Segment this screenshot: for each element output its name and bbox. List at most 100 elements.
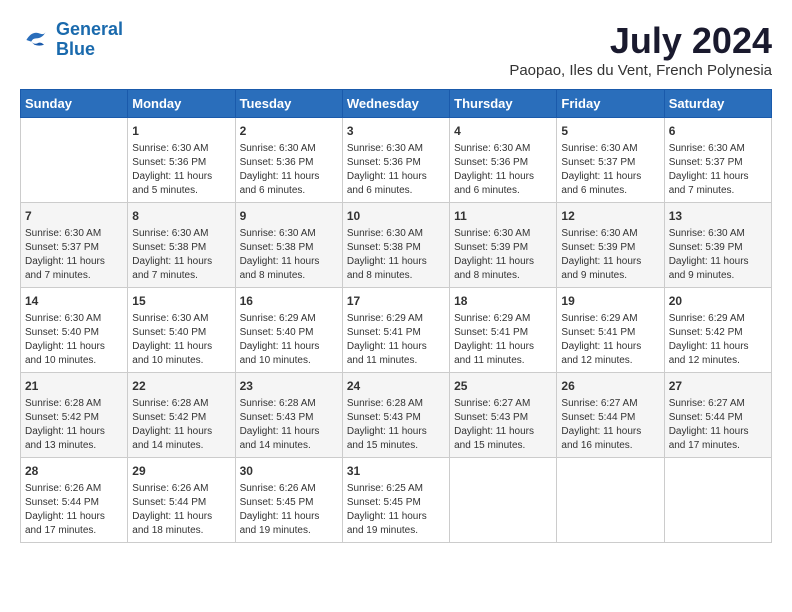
- day-number: 15: [132, 292, 230, 310]
- logo: General Blue: [20, 20, 123, 60]
- day-number: 3: [347, 122, 445, 140]
- calendar-cell: 20 Sunrise: 6:29 AM Sunset: 5:42 PM Dayli…: [664, 288, 771, 373]
- calendar-cell: 11 Sunrise: 6:30 AM Sunset: 5:39 PM Dayli…: [450, 203, 557, 288]
- calendar-cell: 30 Sunrise: 6:26 AM Sunset: 5:45 PM Dayli…: [235, 458, 342, 543]
- day-info: Sunrise: 6:30 AM Sunset: 5:39 PM Dayligh…: [561, 227, 659, 283]
- day-number: 4: [454, 122, 552, 140]
- day-info: Sunrise: 6:29 AM Sunset: 5:41 PM Dayligh…: [561, 312, 659, 368]
- calendar-cell: 16Sunrise: 6:29 AM Sunset: 5:40 PM Dayli…: [235, 288, 342, 373]
- day-number: 31: [347, 462, 445, 480]
- day-number: 21: [25, 377, 123, 395]
- day-number: 19: [561, 292, 659, 310]
- day-number: 6: [669, 122, 767, 140]
- day-info: Sunrise: 6:30 AM Sunset: 5:37 PM Dayligh…: [25, 227, 123, 283]
- day-info: Sunrise: 6:30 AM Sunset: 5:38 PM Dayligh…: [240, 227, 338, 283]
- day-info: Sunrise: 6:30 AM Sunset: 5:39 PM Dayligh…: [454, 227, 552, 283]
- day-info: Sunrise: 6:29 AM Sunset: 5:41 PM Dayligh…: [347, 312, 445, 368]
- day-info: Sunrise: 6:30 AM Sunset: 5:40 PM Dayligh…: [25, 312, 123, 368]
- calendar-cell: 8Sunrise: 6:30 AM Sunset: 5:38 PM Daylig…: [128, 203, 235, 288]
- day-info: Sunrise: 6:27 AM Sunset: 5:44 PM Dayligh…: [561, 397, 659, 453]
- day-info: Sunrise: 6:28 AM Sunset: 5:43 PM Dayligh…: [347, 397, 445, 453]
- day-info: Sunrise: 6:30 AM Sunset: 5:37 PM Dayligh…: [561, 142, 659, 198]
- day-number: 1: [132, 122, 230, 140]
- day-number: 12: [561, 207, 659, 225]
- day-number: 5: [561, 122, 659, 140]
- header-wednesday: Wednesday: [342, 90, 449, 118]
- day-number: 2: [240, 122, 338, 140]
- calendar-cell: 17Sunrise: 6:29 AM Sunset: 5:41 PM Dayli…: [342, 288, 449, 373]
- day-number: 20: [669, 292, 767, 310]
- day-info: Sunrise: 6:30 AM Sunset: 5:40 PM Dayligh…: [132, 312, 230, 368]
- calendar-cell: 9 Sunrise: 6:30 AM Sunset: 5:38 PM Daylig…: [235, 203, 342, 288]
- calendar-cell: 7Sunrise: 6:30 AM Sunset: 5:37 PM Daylig…: [21, 203, 128, 288]
- day-info: Sunrise: 6:29 AM Sunset: 5:42 PM Dayligh…: [669, 312, 767, 368]
- header-saturday: Saturday: [664, 90, 771, 118]
- day-number: 27: [669, 377, 767, 395]
- logo-text: General Blue: [56, 20, 123, 60]
- day-number: 30: [240, 462, 338, 480]
- calendar-cell: 1 Sunrise: 6:30 AM Sunset: 5:36 PM Daylig…: [128, 118, 235, 203]
- calendar-cell: 18 Sunrise: 6:29 AM Sunset: 5:41 PM Dayli…: [450, 288, 557, 373]
- day-info: Sunrise: 6:28 AM Sunset: 5:42 PM Dayligh…: [25, 397, 123, 453]
- calendar-cell: 27 Sunrise: 6:27 AM Sunset: 5:44 PM Dayli…: [664, 373, 771, 458]
- calendar-cell: [664, 458, 771, 543]
- calendar-cell: 28 Sunrise: 6:26 AM Sunset: 5:44 PM Dayli…: [21, 458, 128, 543]
- calendar-cell: 22 Sunrise: 6:28 AM Sunset: 5:42 PM Dayli…: [128, 373, 235, 458]
- calendar-cell: 24 Sunrise: 6:28 AM Sunset: 5:43 PM Dayli…: [342, 373, 449, 458]
- day-info: Sunrise: 6:28 AM Sunset: 5:42 PM Dayligh…: [132, 397, 230, 453]
- calendar-cell: 2 Sunrise: 6:30 AM Sunset: 5:36 PM Daylig…: [235, 118, 342, 203]
- header-tuesday: Tuesday: [235, 90, 342, 118]
- title-section: July 2024 Paopao, Iles du Vent, French P…: [509, 20, 772, 79]
- calendar-table: Sunday Monday Tuesday Wednesday Thursday…: [20, 89, 772, 543]
- calendar-cell: 4Sunrise: 6:30 AM Sunset: 5:36 PM Daylig…: [450, 118, 557, 203]
- calendar-week-4: 21 Sunrise: 6:28 AM Sunset: 5:42 PM Dayli…: [21, 373, 772, 458]
- calendar-body: 1 Sunrise: 6:30 AM Sunset: 5:36 PM Daylig…: [21, 118, 772, 543]
- day-info: Sunrise: 6:30 AM Sunset: 5:36 PM Dayligh…: [132, 142, 230, 198]
- calendar-week-5: 28 Sunrise: 6:26 AM Sunset: 5:44 PM Dayli…: [21, 458, 772, 543]
- day-number: 24: [347, 377, 445, 395]
- day-info: Sunrise: 6:26 AM Sunset: 5:45 PM Dayligh…: [240, 482, 338, 538]
- day-number: 28: [25, 462, 123, 480]
- calendar-cell: 21 Sunrise: 6:28 AM Sunset: 5:42 PM Dayli…: [21, 373, 128, 458]
- calendar-cell: [450, 458, 557, 543]
- day-number: 29: [132, 462, 230, 480]
- calendar-cell: 31 Sunrise: 6:25 AM Sunset: 5:45 PM Dayli…: [342, 458, 449, 543]
- location-subtitle: Paopao, Iles du Vent, French Polynesia: [509, 62, 772, 79]
- calendar-cell: [557, 458, 664, 543]
- calendar-cell: 12 Sunrise: 6:30 AM Sunset: 5:39 PM Dayli…: [557, 203, 664, 288]
- day-info: Sunrise: 6:30 AM Sunset: 5:38 PM Dayligh…: [347, 227, 445, 283]
- header-thursday: Thursday: [450, 90, 557, 118]
- day-info: Sunrise: 6:29 AM Sunset: 5:41 PM Dayligh…: [454, 312, 552, 368]
- day-info: Sunrise: 6:30 AM Sunset: 5:37 PM Dayligh…: [669, 142, 767, 198]
- calendar-cell: 13Sunrise: 6:30 AM Sunset: 5:39 PM Dayli…: [664, 203, 771, 288]
- calendar-cell: 26Sunrise: 6:27 AM Sunset: 5:44 PM Dayli…: [557, 373, 664, 458]
- day-number: 9: [240, 207, 338, 225]
- day-info: Sunrise: 6:27 AM Sunset: 5:44 PM Dayligh…: [669, 397, 767, 453]
- day-number: 11: [454, 207, 552, 225]
- day-number: 10: [347, 207, 445, 225]
- day-number: 22: [132, 377, 230, 395]
- calendar-cell: 10 Sunrise: 6:30 AM Sunset: 5:38 PM Dayli…: [342, 203, 449, 288]
- calendar-week-1: 1 Sunrise: 6:30 AM Sunset: 5:36 PM Daylig…: [21, 118, 772, 203]
- calendar-cell: 23Sunrise: 6:28 AM Sunset: 5:43 PM Dayli…: [235, 373, 342, 458]
- day-info: Sunrise: 6:25 AM Sunset: 5:45 PM Dayligh…: [347, 482, 445, 538]
- day-info: Sunrise: 6:26 AM Sunset: 5:44 PM Dayligh…: [25, 482, 123, 538]
- month-title: July 2024: [509, 20, 772, 62]
- header-friday: Friday: [557, 90, 664, 118]
- day-number: 25: [454, 377, 552, 395]
- logo-icon: [20, 24, 52, 56]
- day-info: Sunrise: 6:30 AM Sunset: 5:36 PM Dayligh…: [347, 142, 445, 198]
- day-info: Sunrise: 6:30 AM Sunset: 5:36 PM Dayligh…: [240, 142, 338, 198]
- calendar-cell: 15 Sunrise: 6:30 AM Sunset: 5:40 PM Dayli…: [128, 288, 235, 373]
- calendar-cell: 29 Sunrise: 6:26 AM Sunset: 5:44 PM Dayli…: [128, 458, 235, 543]
- header-monday: Monday: [128, 90, 235, 118]
- calendar-header: Sunday Monday Tuesday Wednesday Thursday…: [21, 90, 772, 118]
- calendar-cell: 5 Sunrise: 6:30 AM Sunset: 5:37 PM Daylig…: [557, 118, 664, 203]
- day-info: Sunrise: 6:30 AM Sunset: 5:39 PM Dayligh…: [669, 227, 767, 283]
- calendar-cell: [21, 118, 128, 203]
- day-info: Sunrise: 6:26 AM Sunset: 5:44 PM Dayligh…: [132, 482, 230, 538]
- day-number: 23: [240, 377, 338, 395]
- day-number: 18: [454, 292, 552, 310]
- calendar-week-2: 7Sunrise: 6:30 AM Sunset: 5:37 PM Daylig…: [21, 203, 772, 288]
- page-header: General Blue July 2024 Paopao, Iles du V…: [20, 20, 772, 79]
